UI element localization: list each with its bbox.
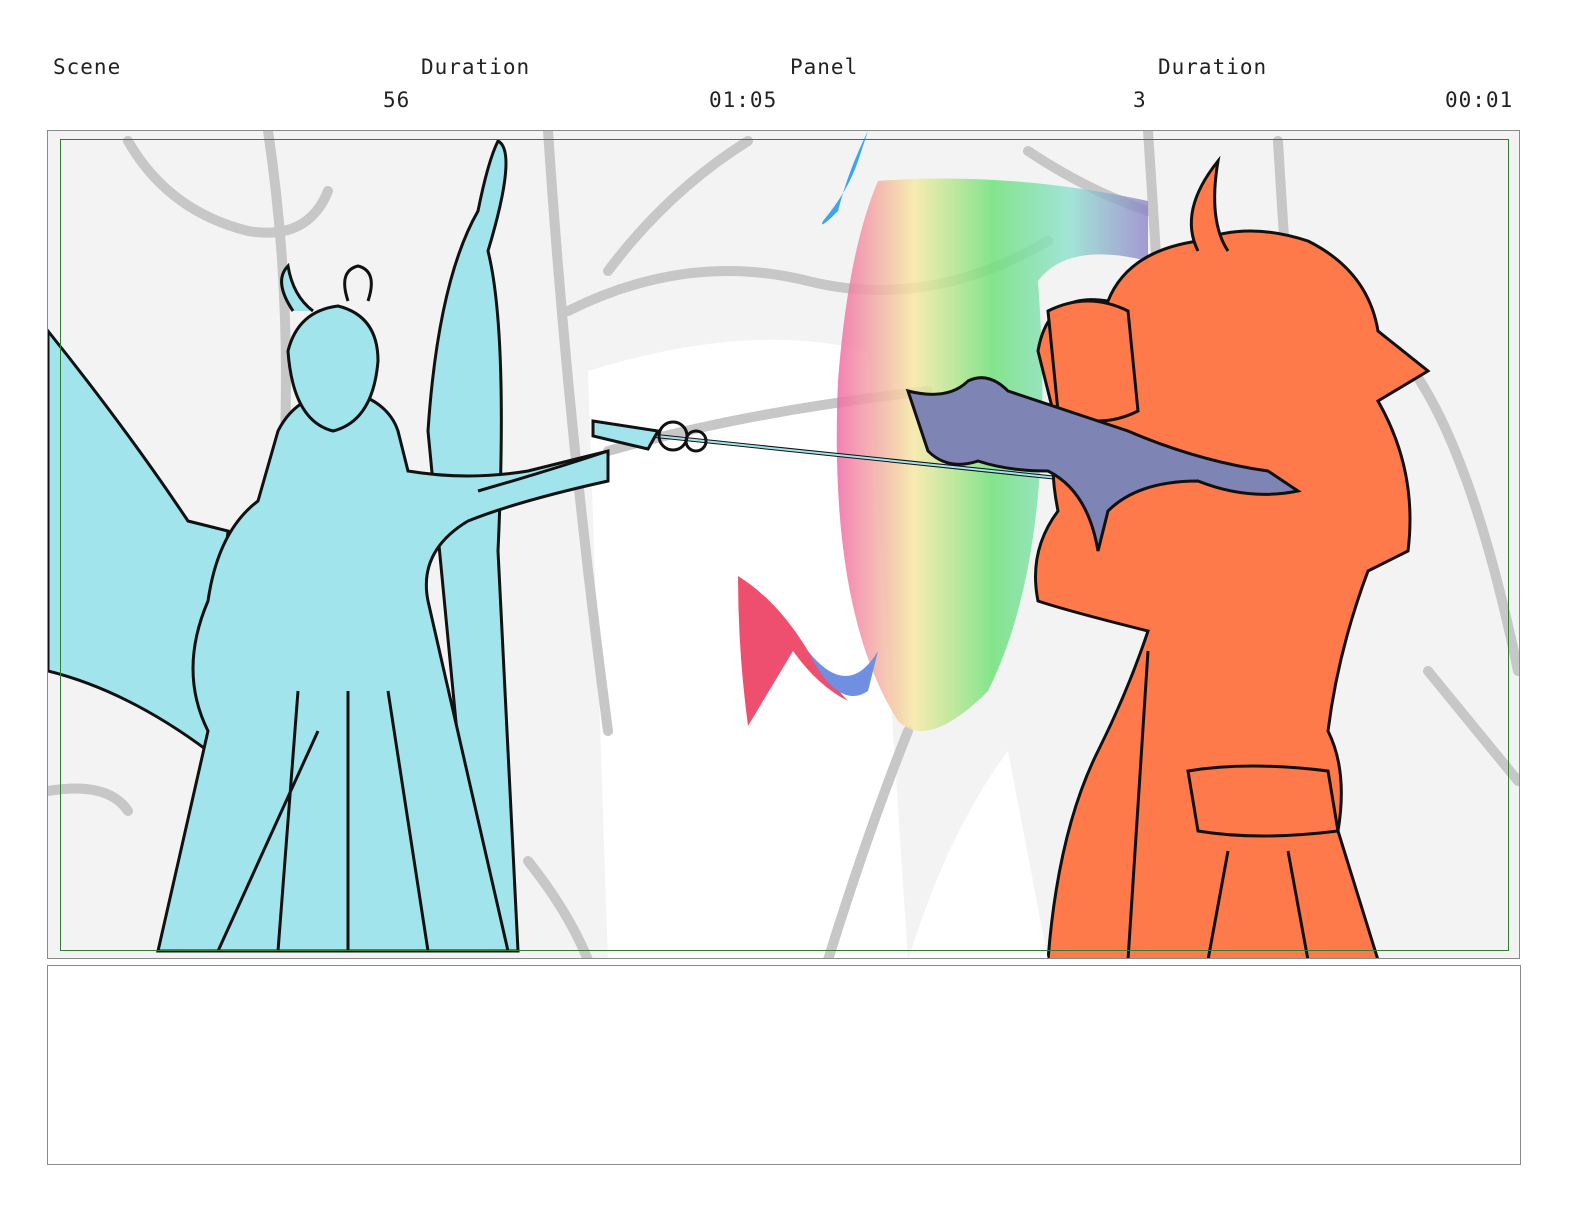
panel-label: Panel — [790, 55, 859, 79]
panel-duration-label: Duration — [1158, 55, 1268, 79]
background-light-sweep — [908, 751, 1048, 958]
scene-duration-value: 01:05 — [709, 88, 778, 112]
right-demon-character — [1034, 155, 1431, 958]
panel-notes-box[interactable] — [47, 965, 1521, 1165]
left-demon-character — [48, 138, 610, 953]
storyboard-panel-frame[interactable] — [47, 130, 1520, 959]
scene-number: 56 — [383, 88, 411, 112]
panel-artwork — [48, 131, 1519, 958]
panel-duration-value: 00:01 — [1445, 88, 1514, 112]
scene-label: Scene — [53, 55, 122, 79]
blue-streak — [822, 131, 868, 225]
scene-duration-label: Duration — [421, 55, 531, 79]
panel-number: 3 — [1133, 88, 1147, 112]
